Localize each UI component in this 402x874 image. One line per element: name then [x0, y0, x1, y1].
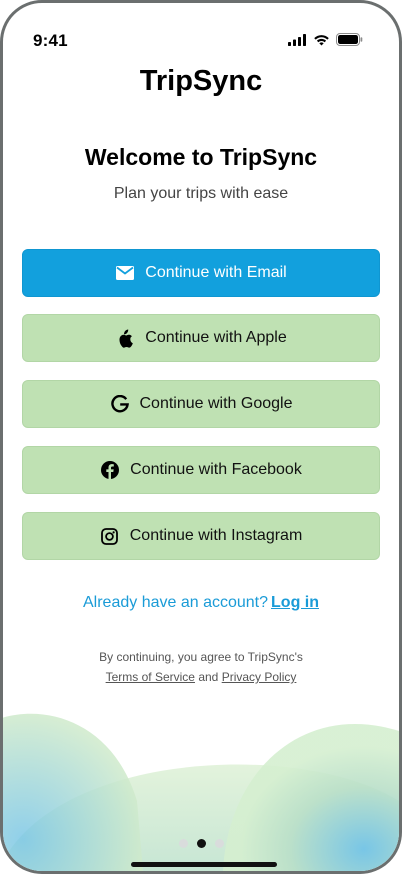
- wifi-icon: [313, 34, 330, 46]
- envelope-icon: [115, 263, 135, 283]
- legal-links-row: Terms of Service and Privacy Policy: [3, 667, 399, 687]
- login-prompt-text: Already have an account?: [83, 594, 269, 611]
- apple-icon: [115, 328, 135, 348]
- instagram-icon: [100, 526, 120, 546]
- phone-frame: 9:41 TripSync Welcome to TripSync Plan y…: [0, 0, 402, 874]
- privacy-policy-link[interactable]: Privacy Policy: [222, 670, 297, 684]
- continue-with-facebook-button[interactable]: Continue with Facebook: [22, 446, 380, 494]
- continue-with-email-button[interactable]: Continue with Email: [22, 249, 380, 297]
- battery-icon: [336, 33, 363, 46]
- continue-with-apple-label: Continue with Apple: [145, 329, 287, 346]
- continue-with-email-label: Continue with Email: [145, 264, 287, 281]
- page-dot[interactable]: [215, 839, 224, 848]
- status-icons: [288, 33, 363, 46]
- status-bar: 9:41: [3, 3, 399, 63]
- log-in-link[interactable]: Log in: [271, 594, 319, 611]
- google-icon: [110, 394, 130, 414]
- continue-with-instagram-button[interactable]: Continue with Instagram: [22, 512, 380, 560]
- cellular-signal-icon: [288, 33, 307, 46]
- legal-prefix: By continuing, you agree to TripSync's: [99, 650, 303, 664]
- welcome-subtitle: Plan your trips with ease: [113, 185, 289, 202]
- home-indicator[interactable]: [131, 862, 277, 867]
- continue-with-google-label: Continue with Google: [139, 395, 293, 412]
- login-prompt-row: Already have an account? Log in: [3, 594, 399, 612]
- terms-of-service-link[interactable]: Terms of Service: [106, 670, 195, 684]
- facebook-icon: [100, 460, 120, 480]
- page-indicator: [179, 839, 224, 848]
- legal-and-text: and: [198, 670, 219, 684]
- continue-with-google-button[interactable]: Continue with Google: [22, 380, 380, 428]
- page-dot-active[interactable]: [197, 839, 206, 848]
- app-title: TripSync: [139, 65, 263, 97]
- continue-with-facebook-label: Continue with Facebook: [130, 461, 302, 478]
- legal-notice: By continuing, you agree to TripSync's T…: [3, 647, 399, 687]
- continue-with-instagram-label: Continue with Instagram: [129, 527, 303, 544]
- page-dot[interactable]: [179, 839, 188, 848]
- continue-with-apple-button[interactable]: Continue with Apple: [22, 314, 380, 362]
- welcome-heading: Welcome to TripSync: [84, 144, 318, 170]
- status-time: 9:41: [33, 31, 68, 50]
